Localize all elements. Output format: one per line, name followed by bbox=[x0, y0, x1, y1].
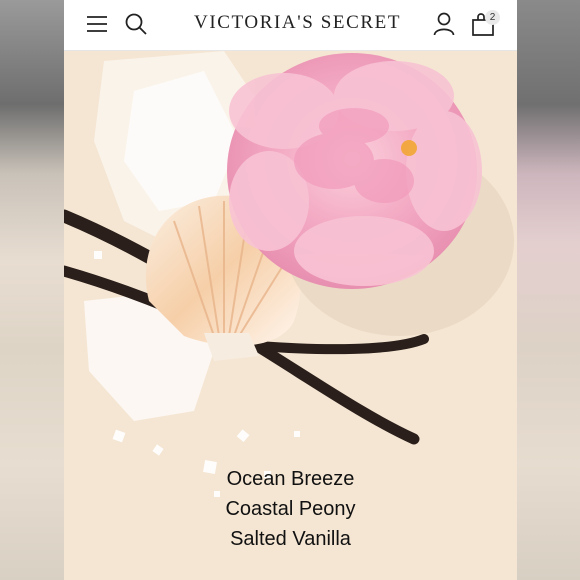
blurred-backdrop-right bbox=[517, 0, 580, 580]
user-icon[interactable] bbox=[433, 12, 455, 36]
hamburger-menu-icon[interactable] bbox=[86, 13, 108, 35]
scent-note: Salted Vanilla bbox=[230, 528, 351, 550]
brand-logo[interactable]: VICTORIA'S SECRET bbox=[194, 12, 400, 34]
scent-notes-list: Ocean Breeze Coastal Peony Salted Vanill… bbox=[64, 464, 517, 554]
search-icon[interactable] bbox=[124, 12, 148, 36]
blurred-backdrop-left bbox=[0, 0, 64, 580]
app-screen: VICTORIA'S SECRET 2 Ocean Breeze Coastal… bbox=[64, 0, 517, 580]
top-navigation-bar: VICTORIA'S SECRET 2 bbox=[64, 0, 517, 51]
scent-note: Coastal Peony bbox=[225, 498, 356, 520]
shopping-bag-button[interactable]: 2 bbox=[471, 10, 501, 38]
bag-count-badge: 2 bbox=[485, 10, 500, 25]
scent-note: Ocean Breeze bbox=[226, 468, 355, 490]
